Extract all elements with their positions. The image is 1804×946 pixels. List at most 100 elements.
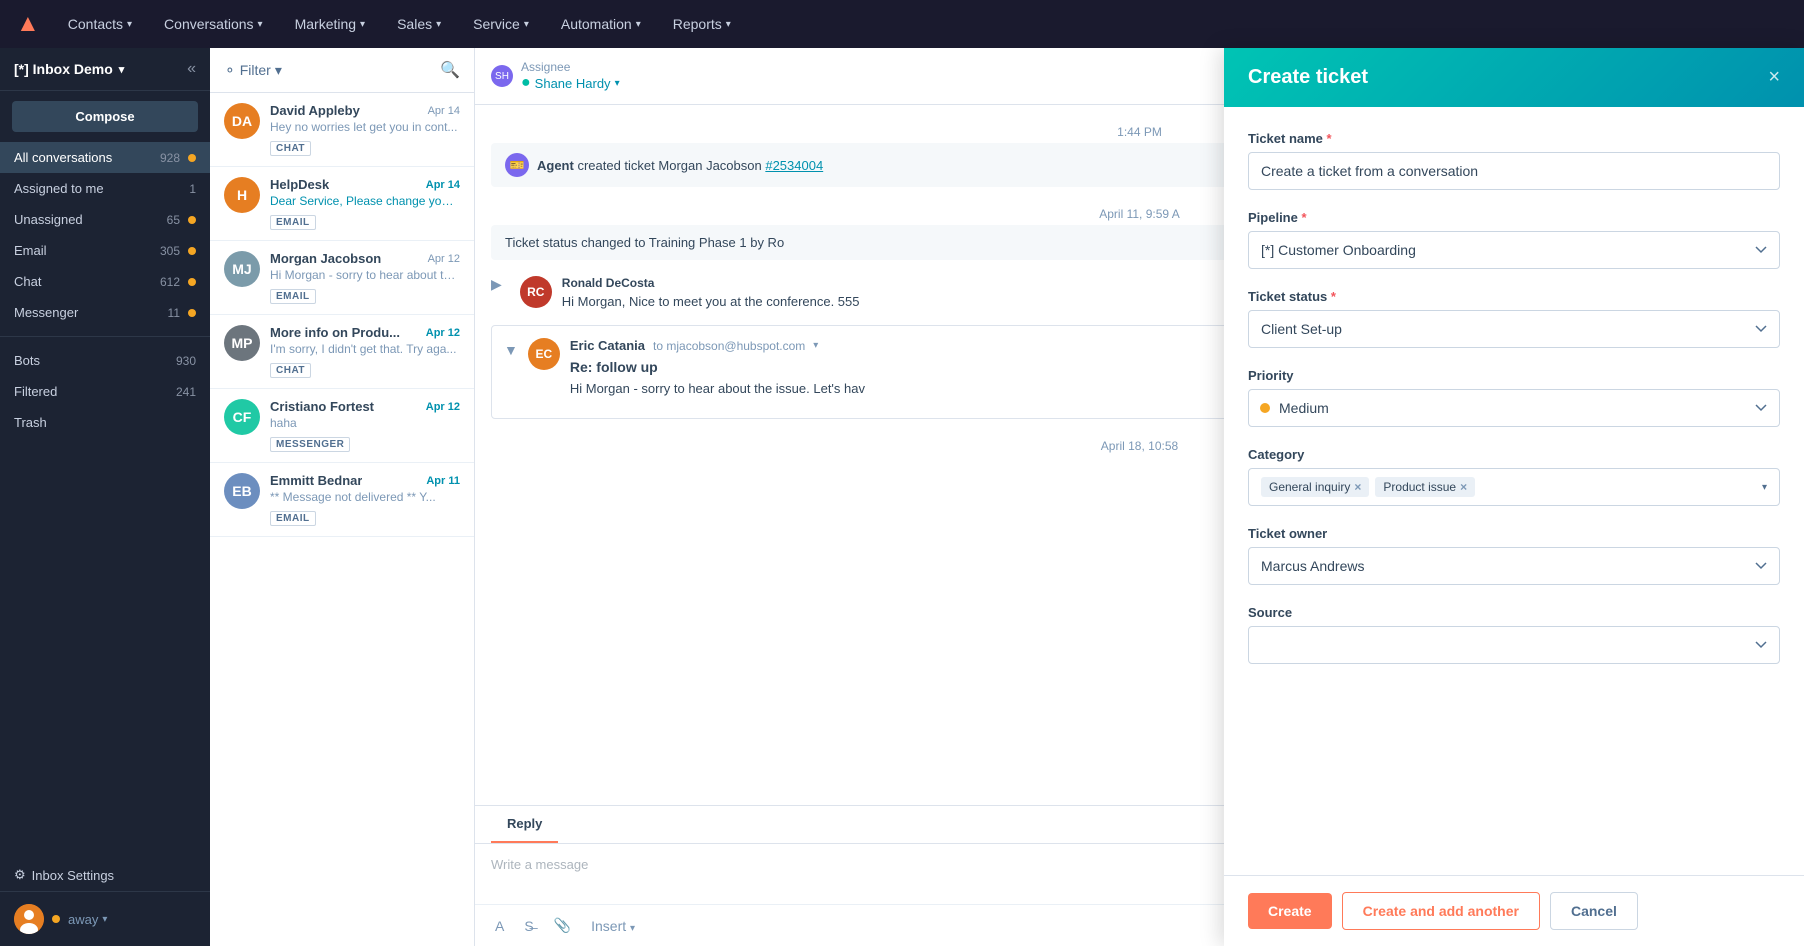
sender-name: Ronald DeCosta	[562, 276, 655, 290]
conv-date: Apr 12	[428, 253, 460, 265]
email-recipient: to mjacobson@hubspot.com	[653, 339, 805, 353]
conv-tag: EMAIL	[270, 215, 316, 230]
avatar: EC	[528, 338, 560, 370]
avatar: EB	[224, 473, 260, 509]
sidebar-item-bots[interactable]: Bots 930	[0, 345, 210, 376]
ticket-owner-select[interactable]: Marcus Andrews	[1248, 547, 1780, 585]
sidebar-collapse-icon[interactable]: «	[187, 60, 196, 78]
inbox-dropdown-icon: ▾	[119, 63, 125, 76]
remove-product-issue-icon[interactable]: ×	[1460, 480, 1467, 494]
conv-item-morgan-jacobson[interactable]: MJ Morgan Jacobson Apr 12 Hi Morgan - so…	[210, 241, 474, 315]
strikethrough-icon[interactable]: S̶	[520, 914, 537, 938]
nav-contacts[interactable]: Contacts ▾	[56, 10, 144, 38]
hubspot-logo: ▲	[16, 10, 40, 38]
conv-preview: ** Message not delivered ** Y...	[270, 490, 460, 504]
sidebar-item-unassigned[interactable]: Unassigned 65	[0, 204, 210, 235]
priority-select[interactable]: Medium	[1248, 389, 1780, 427]
create-button[interactable]: Create	[1248, 893, 1332, 929]
status-chevron-icon: ▾	[102, 914, 107, 925]
avatar: MP	[224, 325, 260, 361]
pipeline-select[interactable]: [*] Customer Onboarding	[1248, 231, 1780, 269]
sidebar-item-messenger[interactable]: Messenger 11	[0, 297, 210, 328]
ticket-name-input[interactable]	[1248, 152, 1780, 190]
conv-item-emmitt[interactable]: EB Emmitt Bednar Apr 11 ** Message not d…	[210, 463, 474, 537]
sidebar-item-chat[interactable]: Chat 612	[0, 266, 210, 297]
conv-list-header: ⚬ Filter ▾ 🔍	[210, 48, 474, 93]
category-multiselect[interactable]: General inquiry × Product issue × ▾	[1248, 468, 1780, 506]
sidebar: [*] Inbox Demo ▾ « Compose All conversat…	[0, 48, 210, 946]
nav-automation[interactable]: Automation ▾	[549, 10, 653, 38]
insert-chevron-icon: ▾	[630, 923, 635, 934]
sidebar-item-email[interactable]: Email 305	[0, 235, 210, 266]
nav-marketing[interactable]: Marketing ▾	[283, 10, 378, 38]
conversations-chevron-icon: ▾	[258, 19, 263, 30]
text-format-icon[interactable]: A	[491, 914, 508, 938]
conv-name: Morgan Jacobson	[270, 251, 381, 266]
conv-preview: Hi Morgan - sorry to hear about th...	[270, 268, 460, 282]
sidebar-user-area: away ▾	[0, 891, 210, 946]
filter-button[interactable]: ⚬ Filter ▾	[224, 62, 282, 79]
sidebar-item-all-conversations[interactable]: All conversations 928	[0, 142, 210, 173]
priority-field: Priority Medium	[1248, 368, 1780, 427]
conv-item-helpdesk[interactable]: H HelpDesk Apr 14 Dear Service, Please c…	[210, 167, 474, 241]
conv-name: David Appleby	[270, 103, 360, 118]
ticket-name-field: Ticket name *	[1248, 131, 1780, 190]
insert-button[interactable]: Insert ▾	[587, 914, 639, 938]
sidebar-user[interactable]: away ▾	[14, 904, 196, 934]
ticket-status-select[interactable]: Client Set-up	[1248, 310, 1780, 348]
pipeline-field: Pipeline * [*] Customer Onboarding	[1248, 210, 1780, 269]
sidebar-item-trash[interactable]: Trash	[0, 407, 210, 438]
create-and-add-another-button[interactable]: Create and add another	[1342, 892, 1540, 930]
expand-message-icon[interactable]: ▶	[491, 276, 502, 293]
ticket-owner-field: Ticket owner Marcus Andrews	[1248, 526, 1780, 585]
conv-tag: CHAT	[270, 141, 311, 156]
nav-service[interactable]: Service ▾	[461, 10, 541, 38]
close-button[interactable]: ×	[1768, 66, 1780, 89]
sidebar-item-assigned-to-me[interactable]: Assigned to me 1	[0, 173, 210, 204]
conv-item-more-info[interactable]: MP More info on Produ... Apr 12 I'm sorr…	[210, 315, 474, 389]
ticket-name-label: Ticket name *	[1248, 131, 1780, 146]
assignee-dot-icon: ●	[521, 74, 531, 92]
sidebar-settings[interactable]: ⚙ Inbox Settings	[0, 859, 210, 891]
nav-sales[interactable]: Sales ▾	[385, 10, 453, 38]
sidebar-item-filtered[interactable]: Filtered 241	[0, 376, 210, 407]
avatar: CF	[224, 399, 260, 435]
conv-preview: Dear Service, Please change your...	[270, 194, 460, 208]
unread-dot-chat	[188, 278, 196, 286]
remove-general-inquiry-icon[interactable]: ×	[1354, 480, 1361, 494]
inbox-title[interactable]: [*] Inbox Demo ▾	[14, 61, 124, 77]
collapse-message-icon[interactable]: ▼	[504, 342, 518, 358]
assignee-value[interactable]: ● Shane Hardy ▾	[521, 74, 620, 92]
ticket-icon: 🎫	[505, 153, 529, 177]
nav-reports[interactable]: Reports ▾	[661, 10, 743, 38]
tab-reply[interactable]: Reply	[491, 806, 558, 843]
ticket-status-label: Ticket status *	[1248, 289, 1780, 304]
panel-body: Ticket name * Pipeline * [*] Customer On…	[1224, 107, 1804, 875]
sales-chevron-icon: ▾	[436, 19, 441, 30]
compose-button[interactable]: Compose	[12, 101, 198, 132]
sidebar-divider	[0, 336, 210, 337]
cancel-button[interactable]: Cancel	[1550, 892, 1638, 930]
conv-item-cristiano[interactable]: CF Cristiano Fortest Apr 12 haha MESSENG…	[210, 389, 474, 463]
conv-name: Emmitt Bednar	[270, 473, 362, 488]
reports-chevron-icon: ▾	[726, 19, 731, 30]
filter-chevron-icon: ▾	[275, 62, 282, 79]
user-avatar	[14, 904, 44, 934]
user-status[interactable]: away ▾	[52, 912, 107, 927]
category-field: Category General inquiry × Product issue…	[1248, 447, 1780, 506]
gear-icon: ⚙	[14, 867, 26, 883]
attachment-icon[interactable]: 📎	[550, 913, 575, 938]
category-label: Category	[1248, 447, 1780, 462]
avatar: DA	[224, 103, 260, 139]
nav-conversations[interactable]: Conversations ▾	[152, 10, 275, 38]
source-select[interactable]	[1248, 626, 1780, 664]
search-button[interactable]: 🔍	[440, 60, 460, 80]
ticket-link[interactable]: #2534004	[765, 158, 823, 173]
conv-item-david-appleby[interactable]: DA David Appleby Apr 14 Hey no worries l…	[210, 93, 474, 167]
avatar: H	[224, 177, 260, 213]
top-nav: ▲ Contacts ▾ Conversations ▾ Marketing ▾…	[0, 0, 1804, 48]
ticket-status-field: Ticket status * Client Set-up	[1248, 289, 1780, 348]
avatar: MJ	[224, 251, 260, 287]
filter-icon: ⚬	[224, 62, 236, 79]
assignee-avatar: SH	[491, 65, 513, 87]
